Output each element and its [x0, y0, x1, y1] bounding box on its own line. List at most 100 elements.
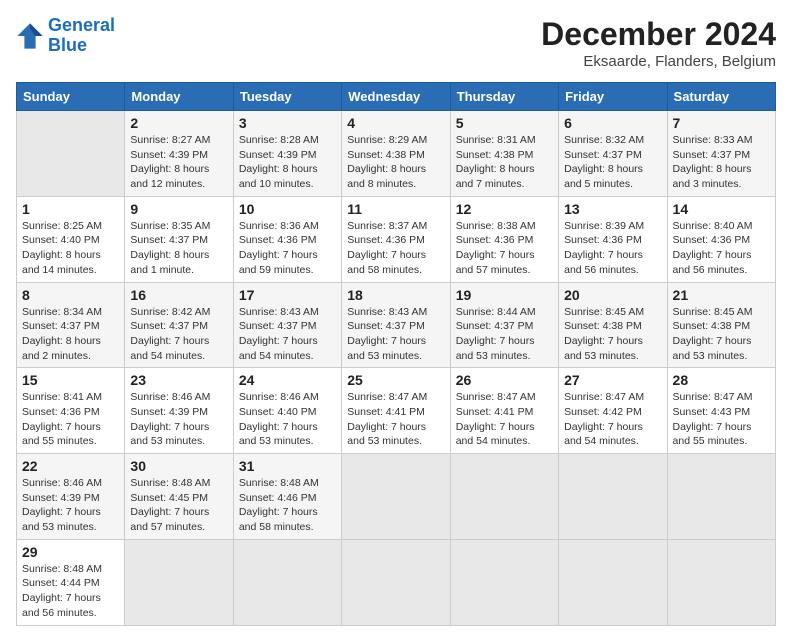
day-number: 30 — [130, 458, 227, 474]
calendar-cell — [559, 539, 667, 625]
day-info: Sunrise: 8:46 AM Sunset: 4:39 PM Dayligh… — [22, 476, 119, 535]
day-info: Sunrise: 8:32 AM Sunset: 4:37 PM Dayligh… — [564, 133, 661, 192]
calendar-cell: 13 Sunrise: 8:39 AM Sunset: 4:36 PM Dayli… — [559, 196, 667, 282]
weekday-header-monday: Monday — [125, 83, 233, 111]
calendar-cell: 10 Sunrise: 8:36 AM Sunset: 4:36 PM Dayli… — [233, 196, 341, 282]
day-info: Sunrise: 8:45 AM Sunset: 4:38 PM Dayligh… — [673, 305, 770, 364]
page-subtitle: Eksaarde, Flanders, Belgium — [541, 53, 776, 70]
day-number: 13 — [564, 201, 661, 217]
weekday-header-thursday: Thursday — [450, 83, 558, 111]
calendar-cell: 21 Sunrise: 8:45 AM Sunset: 4:38 PM Dayli… — [667, 282, 775, 368]
day-info: Sunrise: 8:34 AM Sunset: 4:37 PM Dayligh… — [22, 305, 119, 364]
day-info: Sunrise: 8:29 AM Sunset: 4:38 PM Dayligh… — [347, 133, 444, 192]
calendar-table: SundayMondayTuesdayWednesdayThursdayFrid… — [16, 82, 776, 626]
weekday-header-friday: Friday — [559, 83, 667, 111]
day-info: Sunrise: 8:35 AM Sunset: 4:37 PM Dayligh… — [130, 219, 227, 278]
calendar-cell — [450, 539, 558, 625]
day-info: Sunrise: 8:48 AM Sunset: 4:46 PM Dayligh… — [239, 476, 336, 535]
day-info: Sunrise: 8:47 AM Sunset: 4:43 PM Dayligh… — [673, 390, 770, 449]
day-info: Sunrise: 8:45 AM Sunset: 4:38 PM Dayligh… — [564, 305, 661, 364]
day-number: 31 — [239, 458, 336, 474]
header: General Blue December 2024 Eksaarde, Fla… — [16, 16, 776, 70]
calendar-cell: 19Sunrise: 8:44 AM Sunset: 4:37 PM Dayli… — [450, 282, 558, 368]
calendar-cell: 5Sunrise: 8:31 AM Sunset: 4:38 PM Daylig… — [450, 111, 558, 197]
calendar-cell: 28Sunrise: 8:47 AM Sunset: 4:43 PM Dayli… — [667, 368, 775, 454]
logo-icon — [16, 22, 44, 50]
day-info: Sunrise: 8:33 AM Sunset: 4:37 PM Dayligh… — [673, 133, 770, 192]
day-number: 18 — [347, 287, 444, 303]
day-number: 9 — [130, 201, 227, 217]
day-info: Sunrise: 8:39 AM Sunset: 4:36 PM Dayligh… — [564, 219, 661, 278]
day-number: 14 — [673, 201, 770, 217]
calendar-cell: 15Sunrise: 8:41 AM Sunset: 4:36 PM Dayli… — [17, 368, 125, 454]
day-number: 10 — [239, 201, 336, 217]
page-container: General Blue December 2024 Eksaarde, Fla… — [16, 16, 776, 626]
calendar-cell — [559, 454, 667, 540]
day-number: 22 — [22, 458, 119, 474]
day-info: Sunrise: 8:42 AM Sunset: 4:37 PM Dayligh… — [130, 305, 227, 364]
calendar-week-row: 2 Sunrise: 8:27 AM Sunset: 4:39 PM Daylig… — [17, 111, 776, 197]
day-info: Sunrise: 8:48 AM Sunset: 4:45 PM Dayligh… — [130, 476, 227, 535]
day-number: 27 — [564, 372, 661, 388]
calendar-cell: 11 Sunrise: 8:37 AM Sunset: 4:36 PM Dayli… — [342, 196, 450, 282]
calendar-cell: 12 Sunrise: 8:38 AM Sunset: 4:36 PM Dayli… — [450, 196, 558, 282]
day-info: Sunrise: 8:37 AM Sunset: 4:36 PM Dayligh… — [347, 219, 444, 278]
calendar-cell: 14 Sunrise: 8:40 AM Sunset: 4:36 PM Dayli… — [667, 196, 775, 282]
calendar-cell: 4Sunrise: 8:29 AM Sunset: 4:38 PM Daylig… — [342, 111, 450, 197]
day-info: Sunrise: 8:27 AM Sunset: 4:39 PM Dayligh… — [130, 133, 227, 192]
calendar-week-row: 29Sunrise: 8:48 AM Sunset: 4:44 PM Dayli… — [17, 539, 776, 625]
calendar-cell: 6 Sunrise: 8:32 AM Sunset: 4:37 PM Daylig… — [559, 111, 667, 197]
day-info: Sunrise: 8:38 AM Sunset: 4:36 PM Dayligh… — [456, 219, 553, 278]
calendar-cell: 29Sunrise: 8:48 AM Sunset: 4:44 PM Dayli… — [17, 539, 125, 625]
calendar-cell — [342, 454, 450, 540]
day-info: Sunrise: 8:36 AM Sunset: 4:36 PM Dayligh… — [239, 219, 336, 278]
calendar-week-row: 8Sunrise: 8:34 AM Sunset: 4:37 PM Daylig… — [17, 282, 776, 368]
calendar-cell: 7 Sunrise: 8:33 AM Sunset: 4:37 PM Daylig… — [667, 111, 775, 197]
day-number: 17 — [239, 287, 336, 303]
day-info: Sunrise: 8:46 AM Sunset: 4:40 PM Dayligh… — [239, 390, 336, 449]
calendar-cell — [233, 539, 341, 625]
calendar-cell: 24Sunrise: 8:46 AM Sunset: 4:40 PM Dayli… — [233, 368, 341, 454]
day-info: Sunrise: 8:28 AM Sunset: 4:39 PM Dayligh… — [239, 133, 336, 192]
day-number: 16 — [130, 287, 227, 303]
calendar-cell — [667, 454, 775, 540]
day-info: Sunrise: 8:43 AM Sunset: 4:37 PM Dayligh… — [239, 305, 336, 364]
calendar-cell: 31 Sunrise: 8:48 AM Sunset: 4:46 PM Dayli… — [233, 454, 341, 540]
weekday-header-tuesday: Tuesday — [233, 83, 341, 111]
day-number: 2 — [130, 115, 227, 131]
day-info: Sunrise: 8:44 AM Sunset: 4:37 PM Dayligh… — [456, 305, 553, 364]
calendar-cell: 1 Sunrise: 8:25 AM Sunset: 4:40 PM Daylig… — [17, 196, 125, 282]
day-number: 7 — [673, 115, 770, 131]
day-info: Sunrise: 8:25 AM Sunset: 4:40 PM Dayligh… — [22, 219, 119, 278]
weekday-header-saturday: Saturday — [667, 83, 775, 111]
calendar-cell: 2 Sunrise: 8:27 AM Sunset: 4:39 PM Daylig… — [125, 111, 233, 197]
calendar-week-row: 22 Sunrise: 8:46 AM Sunset: 4:39 PM Dayli… — [17, 454, 776, 540]
calendar-cell: 26Sunrise: 8:47 AM Sunset: 4:41 PM Dayli… — [450, 368, 558, 454]
calendar-cell: 17 Sunrise: 8:43 AM Sunset: 4:37 PM Dayli… — [233, 282, 341, 368]
day-info: Sunrise: 8:46 AM Sunset: 4:39 PM Dayligh… — [130, 390, 227, 449]
day-info: Sunrise: 8:43 AM Sunset: 4:37 PM Dayligh… — [347, 305, 444, 364]
calendar-cell: 9 Sunrise: 8:35 AM Sunset: 4:37 PM Daylig… — [125, 196, 233, 282]
calendar-cell — [17, 111, 125, 197]
day-number: 26 — [456, 372, 553, 388]
day-number: 25 — [347, 372, 444, 388]
calendar-cell: 27Sunrise: 8:47 AM Sunset: 4:42 PM Dayli… — [559, 368, 667, 454]
day-info: Sunrise: 8:41 AM Sunset: 4:36 PM Dayligh… — [22, 390, 119, 449]
day-number: 6 — [564, 115, 661, 131]
title-block: December 2024 Eksaarde, Flanders, Belgiu… — [541, 16, 776, 70]
day-number: 11 — [347, 201, 444, 217]
logo: General Blue — [16, 16, 115, 56]
calendar-cell: 20 Sunrise: 8:45 AM Sunset: 4:38 PM Dayli… — [559, 282, 667, 368]
weekday-header-wednesday: Wednesday — [342, 83, 450, 111]
day-number: 1 — [22, 201, 119, 217]
weekday-header-sunday: Sunday — [17, 83, 125, 111]
day-number: 21 — [673, 287, 770, 303]
day-number: 3 — [239, 115, 336, 131]
calendar-cell: 16 Sunrise: 8:42 AM Sunset: 4:37 PM Dayli… — [125, 282, 233, 368]
calendar-cell: 25Sunrise: 8:47 AM Sunset: 4:41 PM Dayli… — [342, 368, 450, 454]
day-number: 12 — [456, 201, 553, 217]
calendar-cell: 23Sunrise: 8:46 AM Sunset: 4:39 PM Dayli… — [125, 368, 233, 454]
day-number: 20 — [564, 287, 661, 303]
day-info: Sunrise: 8:40 AM Sunset: 4:36 PM Dayligh… — [673, 219, 770, 278]
calendar-week-row: 15Sunrise: 8:41 AM Sunset: 4:36 PM Dayli… — [17, 368, 776, 454]
